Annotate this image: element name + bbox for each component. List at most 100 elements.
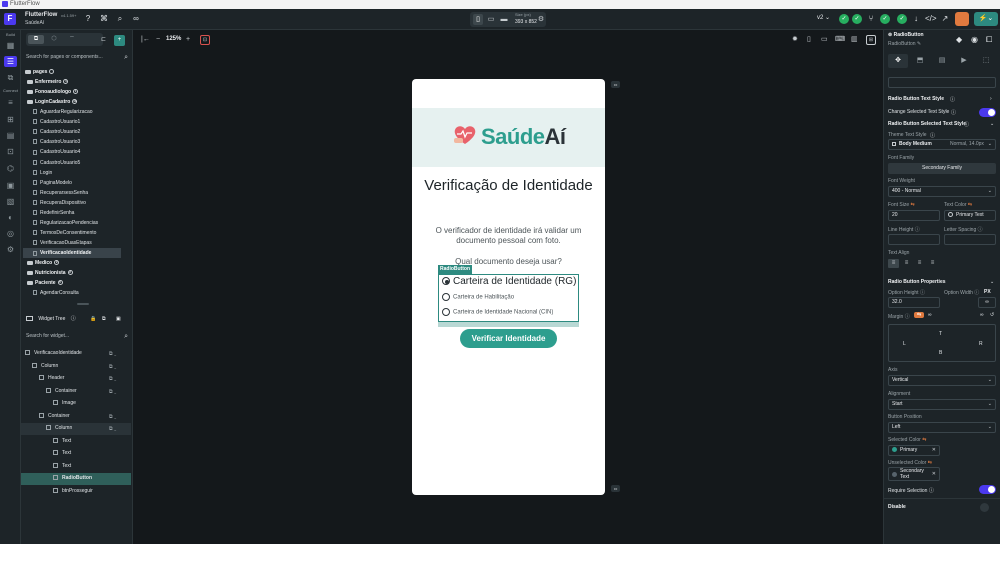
page-item[interactable]: CadastroUsuario1 — [33, 117, 80, 127]
page-item[interactable]: VerificacaoIdentidade — [23, 248, 121, 259]
variable-icon[interactable]: ⇆ — [968, 202, 972, 208]
variable-icon[interactable]: ⇆ — [911, 202, 915, 208]
info-icon[interactable]: ⓘ — [964, 121, 969, 128]
folder-enfermeiro[interactable]: Enfermeiro 1 — [27, 77, 69, 87]
widget-tree-row[interactable]: RadioButton — [21, 473, 131, 485]
theme-icon[interactable]: ◐ — [4, 212, 17, 223]
axis-select[interactable]: Vertical ⌄ — [888, 375, 996, 386]
widget-tree-row[interactable]: Container ⧉ ⌄ — [21, 386, 131, 398]
desktop-device-icon[interactable]: ▬ — [499, 14, 509, 25]
flutterflow-logo-icon[interactable]: F — [4, 13, 16, 25]
selected-color-select[interactable]: Primary ✕ — [888, 445, 940, 456]
info-icon[interactable]: ⓘ — [929, 488, 934, 494]
align-justify-icon[interactable]: ≡ — [927, 259, 938, 268]
sync-status-icon[interactable]: ✓ — [852, 14, 862, 24]
cloud-functions-icon[interactable]: ⌬ — [4, 163, 17, 174]
radio-button-group[interactable]: Carteira de Identidade (RG) Carteira de … — [438, 274, 579, 322]
info-icon[interactable]: ⓘ — [915, 227, 920, 233]
zoom-in-icon[interactable]: + — [186, 35, 190, 45]
collapse-panel-icon[interactable]: |← — [141, 35, 150, 45]
radio-button-properties-section[interactable]: Radio Button Properties — [888, 279, 946, 285]
animations-tab-icon[interactable]: ▶ — [954, 54, 974, 68]
chevron-right-icon[interactable]: › — [990, 96, 992, 102]
properties-tab-icon[interactable]: ✥ — [888, 54, 908, 68]
page-item[interactable]: CadastroUsuario4 — [33, 147, 80, 157]
theme-toggle-icon[interactable]: ✹ — [792, 35, 798, 45]
folder-fonoaudiologo[interactable]: Fonoaudiologo 1 — [27, 87, 79, 97]
layout-icon[interactable]: ⊞ — [866, 35, 876, 45]
search-icon[interactable]: ⌕ — [115, 14, 125, 24]
git-icon[interactable]: ⑂ — [866, 14, 876, 24]
page-item[interactable]: RecuperarsessSenha — [33, 188, 88, 198]
collapse-icon[interactable] — [26, 316, 33, 322]
device-settings-icon[interactable]: ⚙ — [536, 14, 546, 25]
keyboard-icon[interactable]: ⌨ — [835, 35, 845, 45]
page-item[interactable]: RecuperaDispositivo — [33, 198, 86, 208]
disable-toggle[interactable] — [980, 503, 989, 512]
folder-medico[interactable]: Medico 2 — [27, 258, 60, 268]
add-page-icon[interactable]: + — [114, 35, 125, 46]
data-types-icon[interactable]: ⊞ — [4, 114, 17, 125]
backend-query-tab-icon[interactable]: ⬒ — [910, 54, 930, 68]
clear-icon[interactable]: ✕ — [932, 468, 936, 480]
test-mode-button[interactable] — [955, 12, 969, 26]
deploy-status-icon[interactable]: ✓ — [897, 14, 907, 24]
widget-tree-row[interactable]: VerificacaoIdentidade ⧉ ⌄ — [21, 348, 131, 360]
page-item[interactable]: AguardarRegularizacao — [33, 107, 93, 117]
app-values-icon[interactable]: ▤ — [4, 130, 17, 141]
firestore-icon[interactable]: ≡ — [4, 97, 17, 108]
folder-nutricionista[interactable]: Nutricionista 2 — [27, 268, 73, 278]
color-icon[interactable]: ◉ — [971, 35, 978, 44]
flows-tab-icon[interactable]: ⌔ — [64, 35, 80, 44]
code-icon[interactable]: </> — [925, 14, 937, 24]
info-icon[interactable]: ⓘ — [974, 290, 979, 296]
info-icon[interactable]: ⓘ — [978, 227, 983, 233]
info-icon[interactable]: ⓘ — [930, 132, 935, 139]
widget-actions-icon[interactable]: ⧉ ⌄ — [109, 386, 116, 398]
radio-option-cin[interactable]: Carteira de Identidade Nacional (CIN) — [442, 308, 553, 316]
storyboard-icon[interactable]: ⧉ — [4, 72, 17, 83]
variable-icon[interactable]: ⇆ — [922, 437, 926, 443]
actions-tab-icon[interactable]: ▤ — [932, 54, 952, 68]
help-icon[interactable]: ? — [83, 14, 93, 24]
letter-spacing-input[interactable] — [944, 234, 996, 245]
page-title[interactable]: Verificação de Identidade — [412, 176, 605, 196]
radio-option-cnh[interactable]: Carteira de Habilitação — [442, 293, 514, 301]
info-icon[interactable]: ⓘ — [905, 314, 910, 320]
verify-identity-button[interactable]: Verificar Identidade — [460, 329, 557, 348]
lock-icon[interactable]: 🔒 — [90, 314, 96, 325]
search-widgets-input[interactable]: Search for widget... ⌕ — [26, 331, 130, 342]
align-right-icon[interactable]: ≡ — [914, 259, 925, 268]
page-agendarconsulta[interactable]: AgendarConsulta — [33, 288, 79, 298]
radio-option-rg[interactable]: Carteira de Identidade (RG) — [442, 276, 576, 287]
margin-link-toggle-icon[interactable]: ∞ — [980, 312, 984, 318]
page-item[interactable]: PaginaModelo — [33, 178, 72, 188]
docs-tab-icon[interactable]: ⬚ — [976, 54, 996, 68]
folder-logincadastro[interactable]: LoginCadastro 18 — [27, 97, 78, 107]
more-icon[interactable]: ▣ — [116, 314, 121, 325]
widget-tree-row[interactable]: btnProsseguir — [21, 486, 131, 498]
margin-left[interactable]: L — [903, 341, 906, 347]
new-folder-icon[interactable]: ⊏ — [98, 35, 109, 46]
info-icon[interactable]: ⓘ — [951, 109, 956, 116]
option-width-input[interactable]: ∞ — [978, 297, 996, 308]
search-pages-input[interactable]: Search for pages or components... ⌕ — [26, 52, 130, 63]
margin-variable-icon[interactable]: ⇆ — [914, 312, 925, 318]
widget-tree-row[interactable]: Text — [21, 448, 131, 460]
phone-device-icon[interactable]: ▯ — [473, 14, 483, 25]
zoom-out-icon[interactable]: − — [156, 35, 160, 45]
page-item[interactable]: RedefinirSenha — [33, 208, 74, 218]
integrations-icon[interactable]: ⚙ — [4, 244, 17, 255]
theme-text-style-select[interactable]: Body Medium Normal, 14.0px ⌄ — [888, 139, 996, 150]
build-status-icon[interactable]: ✓ — [880, 14, 890, 24]
info-icon[interactable]: ⓘ — [950, 96, 955, 103]
components-tab-icon[interactable]: ⬡ — [46, 35, 62, 44]
copy-icon[interactable]: ⧉ — [102, 314, 106, 325]
unselected-color-select[interactable]: Secondary Text ✕ — [888, 467, 940, 481]
variable-icon[interactable]: ⇆ — [928, 460, 932, 466]
add-icon[interactable] — [49, 69, 55, 75]
change-selected-text-style-toggle[interactable] — [979, 108, 996, 117]
media-assets-icon[interactable]: ▧ — [4, 196, 17, 207]
widget-tree-row[interactable]: Container ⧉ ⌄ — [21, 411, 131, 423]
api-calls-icon[interactable]: ⊡ — [4, 146, 17, 157]
